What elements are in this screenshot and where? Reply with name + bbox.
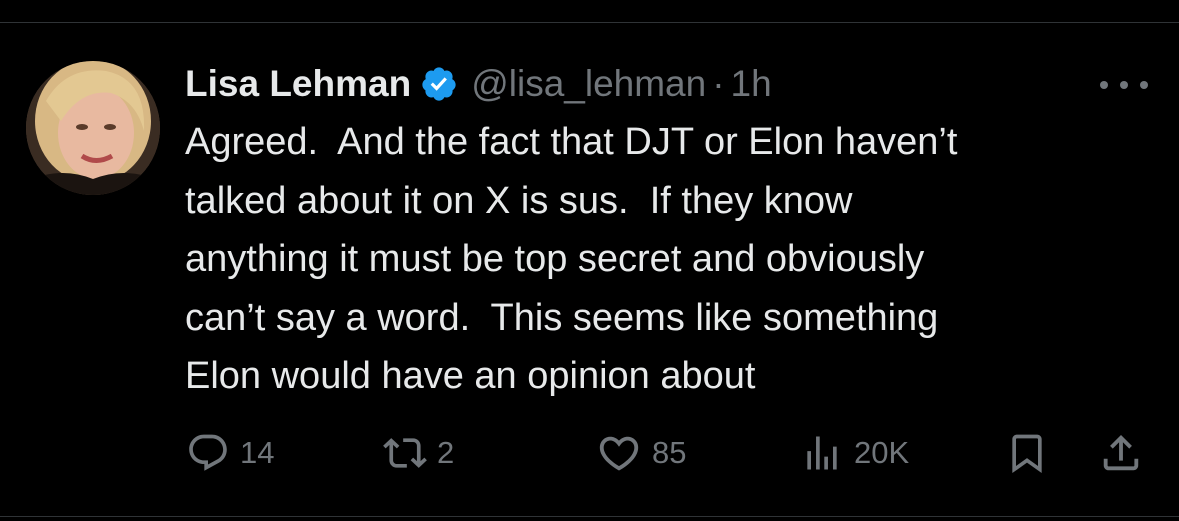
user-handle[interactable]: @lisa_lehman [471, 63, 706, 105]
tweet-header: Lisa Lehman @lisa_lehman · 1h [185, 59, 772, 109]
views-chart-icon [807, 436, 837, 470]
verified-badge-icon [420, 65, 458, 103]
views-button[interactable]: 20K [800, 423, 909, 483]
timestamp[interactable]: 1h [731, 63, 772, 105]
repost-button[interactable]: 2 [383, 423, 454, 483]
views-count: 20K [854, 435, 910, 470]
bookmark-icon [1012, 434, 1042, 474]
bookmark-button[interactable] [1005, 423, 1049, 483]
heart-icon [599, 436, 639, 471]
repost-count: 2 [437, 435, 455, 470]
more-dot [1100, 81, 1108, 89]
share-button[interactable] [1098, 423, 1144, 483]
reply-count: 14 [240, 435, 275, 470]
bottom-divider [0, 516, 1179, 517]
separator-dot: · [712, 63, 725, 104]
tweet-card[interactable]: Lisa Lehman @lisa_lehman · 1h Agreed. An… [0, 23, 1179, 513]
tweet-text: Agreed. And the fact that DJT or Elon ha… [185, 121, 958, 397]
repost-icon [383, 438, 427, 468]
avatar-photo [26, 61, 160, 195]
more-dot [1120, 81, 1128, 89]
share-icon [1103, 434, 1139, 471]
avatar[interactable] [26, 61, 160, 195]
reply-icon [189, 434, 227, 471]
action-bar: 14 2 85 20K [0, 423, 1179, 483]
more-options-icon[interactable] [1100, 75, 1148, 95]
more-dot [1140, 81, 1148, 89]
display-name[interactable]: Lisa Lehman [185, 63, 411, 105]
like-count: 85 [652, 435, 687, 470]
reply-button[interactable]: 14 [186, 423, 274, 483]
like-button[interactable]: 85 [596, 423, 686, 483]
